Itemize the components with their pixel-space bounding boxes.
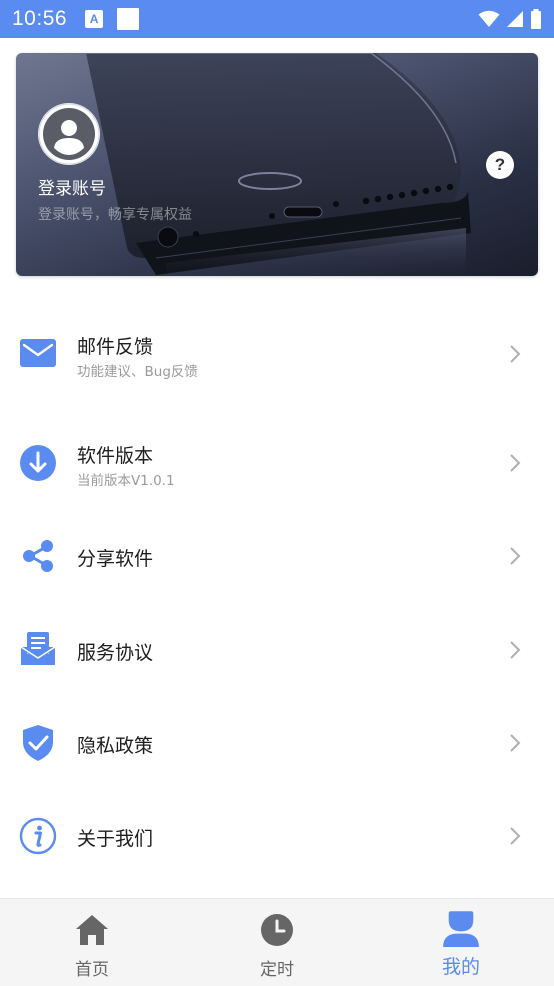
chevron-right-icon: [510, 827, 521, 845]
home-icon: [76, 915, 108, 945]
battery-icon: [531, 9, 541, 29]
app-notification-icon: A: [85, 10, 104, 28]
menu-item-service-agreement[interactable]: 服务协议: [0, 610, 554, 690]
chevron-right-icon: [510, 454, 521, 472]
person-icon: [443, 911, 479, 947]
menu-item-share[interactable]: 分享软件: [0, 516, 554, 596]
profile-banner[interactable]: 登录账号 登录账号，畅享专属权益 ?: [16, 53, 538, 276]
info-icon: [19, 817, 57, 855]
clock-icon: [261, 914, 293, 946]
login-title[interactable]: 登录账号: [38, 174, 106, 199]
document-icon: [20, 632, 56, 665]
help-button[interactable]: ?: [486, 151, 514, 179]
chevron-right-icon: [510, 641, 521, 659]
nav-tab-timer[interactable]: 定时: [217, 899, 337, 986]
mail-icon: [20, 339, 56, 367]
bottom-navigation: 首页 定时 我的: [0, 898, 554, 986]
share-icon: [23, 540, 53, 572]
chevron-right-icon: [510, 547, 521, 565]
login-subtitle: 登录账号，畅享专属权益: [38, 207, 192, 223]
nav-label: 我的: [441, 956, 480, 978]
chevron-right-icon: [510, 345, 521, 363]
menu-title: 服务协议: [77, 642, 154, 664]
menu-title: 分享软件: [77, 548, 154, 570]
nav-label: 首页: [75, 960, 109, 980]
signal-icon: [507, 11, 523, 27]
avatar[interactable]: [38, 103, 100, 165]
menu-item-mail-feedback[interactable]: 邮件反馈 功能建议、Bug反馈: [0, 313, 554, 393]
menu-title: 隐私政策: [77, 735, 154, 757]
download-icon: [20, 445, 56, 481]
status-indicators: [478, 9, 542, 29]
nav-tab-mine[interactable]: 我的: [401, 899, 521, 986]
chevron-right-icon: [510, 734, 521, 752]
menu-title: 邮件反馈: [77, 336, 154, 358]
nav-label: 定时: [260, 960, 294, 980]
menu-subtitle: 功能建议、Bug反馈: [77, 364, 198, 380]
wifi-icon: [478, 10, 500, 27]
menu-item-privacy-policy[interactable]: 隐私政策: [0, 703, 554, 783]
menu-item-software-version[interactable]: 软件版本 当前版本V1.0.1: [0, 423, 554, 503]
status-bar: 10:56 A: [0, 0, 554, 38]
menu-title: 关于我们: [77, 828, 154, 850]
shield-icon: [23, 725, 53, 761]
notification-square-icon: [117, 8, 140, 30]
menu-item-about-us[interactable]: 关于我们: [0, 796, 554, 876]
status-time: 10:56: [12, 7, 68, 30]
user-avatar-icon: [38, 103, 100, 165]
nav-tab-home[interactable]: 首页: [32, 899, 152, 986]
menu-subtitle: 当前版本V1.0.1: [77, 473, 175, 489]
menu-title: 软件版本: [77, 445, 154, 467]
